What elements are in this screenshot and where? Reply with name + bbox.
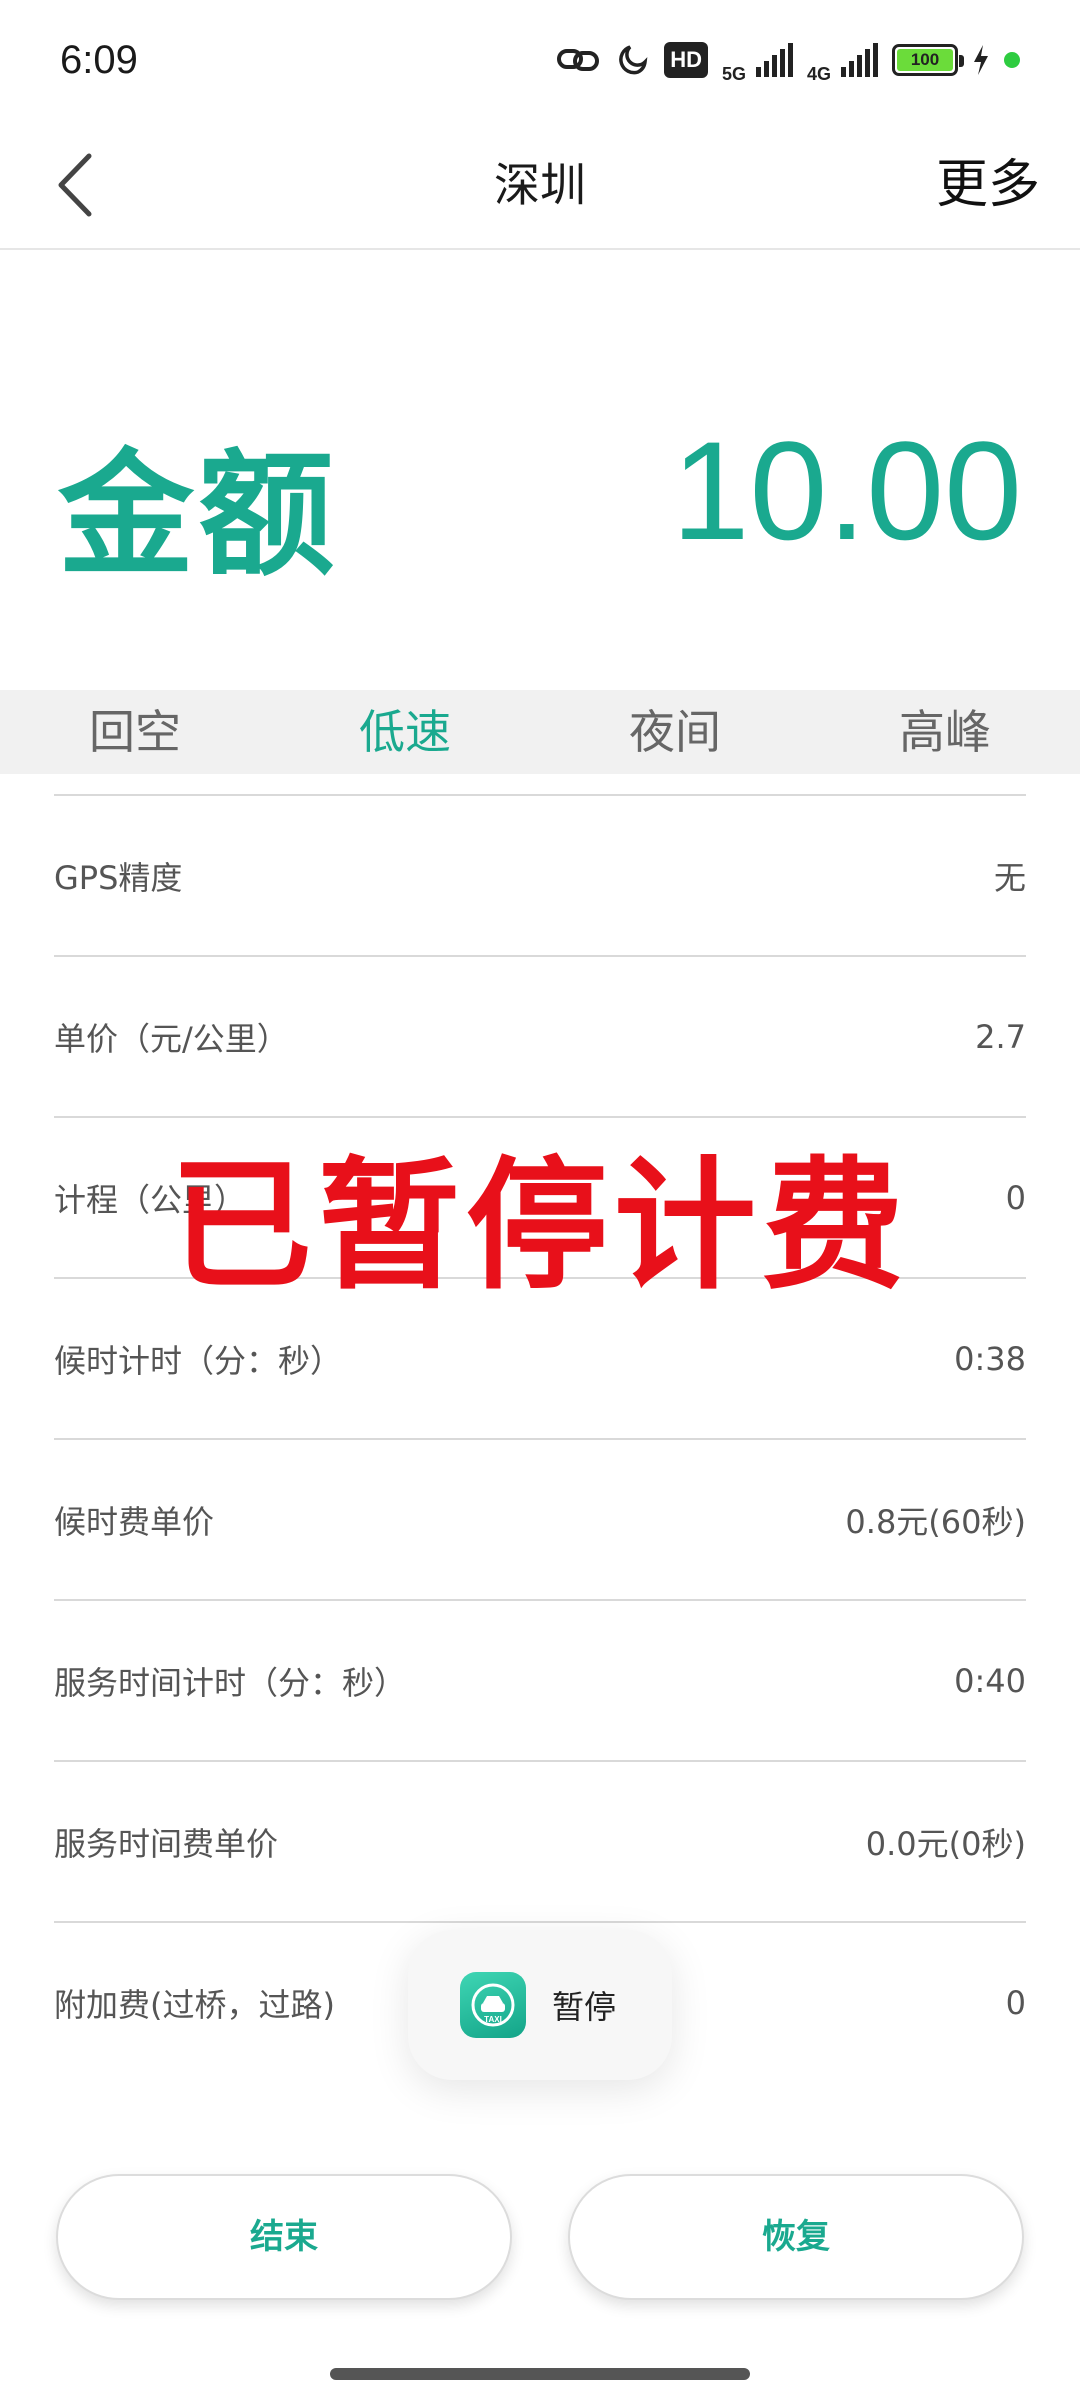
row-value: 0:40 bbox=[954, 1661, 1026, 1700]
battery-icon: 100 bbox=[892, 44, 964, 76]
signal-5g-icon bbox=[755, 43, 793, 77]
row-label: 候时费单价 bbox=[54, 1502, 215, 1541]
end-trip-button[interactable]: 结束 bbox=[56, 2174, 512, 2300]
row-value: 0 bbox=[1005, 1983, 1026, 2022]
row-waiting-fee-rate: 候时费单价 0.8元(60秒) bbox=[54, 1438, 1026, 1599]
status-bar: 6:09 HD 5G 4G 100 bbox=[0, 0, 1080, 120]
tab-peak[interactable]: 高峰 bbox=[810, 690, 1080, 774]
row-label: 候时计时（分：秒） bbox=[54, 1341, 343, 1380]
link-icon bbox=[556, 40, 600, 80]
network-label-4g: 4G bbox=[806, 63, 831, 84]
tab-return-empty[interactable]: 回空 bbox=[0, 690, 270, 774]
row-value: 2.7 bbox=[975, 1017, 1026, 1056]
fare-amount: 10.00 bbox=[671, 412, 1022, 569]
battery-level: 100 bbox=[897, 49, 953, 71]
status-time: 6:09 bbox=[60, 37, 138, 82]
network-label-5g: 5G bbox=[721, 63, 746, 84]
taxi-app-icon: TAXI bbox=[460, 1972, 526, 2038]
fare-display: 金额 10.00 bbox=[0, 250, 1080, 690]
home-indicator[interactable] bbox=[330, 2368, 750, 2380]
fare-label: 金额 bbox=[58, 437, 338, 595]
row-label: 服务时间计时（分：秒） bbox=[54, 1663, 407, 1702]
row-label: 单价（元/公里） bbox=[54, 1019, 289, 1058]
page-title: 深圳 bbox=[494, 158, 586, 212]
row-label: 附加费(过桥，过路) bbox=[54, 1985, 335, 2024]
tab-low-speed[interactable]: 低速 bbox=[270, 690, 540, 774]
charging-indicator-dot bbox=[1004, 52, 1020, 68]
charging-bolt-icon bbox=[972, 40, 990, 80]
hd-voice-badge: HD bbox=[664, 42, 708, 78]
moon-icon bbox=[614, 40, 650, 80]
fare-details-list: GPS精度 无 单价（元/公里） 2.7 计程（公里） 0 候时计时（分：秒） … bbox=[54, 794, 1026, 2082]
resume-button[interactable]: 恢复 bbox=[568, 2174, 1024, 2300]
row-value: 0.0元(0秒) bbox=[865, 1824, 1026, 1863]
rate-mode-tabs: 回空 低速 夜间 高峰 bbox=[0, 690, 1080, 774]
svg-text:TAXI: TAXI bbox=[484, 2015, 502, 2024]
toast-text: 暂停 bbox=[552, 1988, 617, 2026]
billing-paused-banner: 已暂停计费 bbox=[170, 1144, 910, 1309]
taxi-meter-screen: 6:09 HD 5G 4G 100 深圳 更多 金额 10.00 回空 低速 夜… bbox=[0, 0, 1080, 2400]
row-value: 0:38 bbox=[954, 1339, 1026, 1378]
status-icons: HD 5G 4G 100 bbox=[556, 36, 1020, 85]
row-label: GPS精度 bbox=[54, 858, 183, 897]
signal-4g-icon bbox=[841, 43, 878, 77]
row-gps-accuracy: GPS精度 无 bbox=[54, 794, 1026, 955]
row-value: 0.8元(60秒) bbox=[845, 1502, 1026, 1541]
row-value: 无 bbox=[993, 858, 1026, 897]
tab-night[interactable]: 夜间 bbox=[540, 690, 810, 774]
nav-bar: 深圳 更多 bbox=[0, 120, 1080, 250]
pause-toast: TAXI 暂停 bbox=[408, 1930, 672, 2080]
row-service-time: 服务时间计时（分：秒） 0:40 bbox=[54, 1599, 1026, 1760]
more-button[interactable]: 更多 bbox=[936, 120, 1040, 250]
row-unit-price: 单价（元/公里） 2.7 bbox=[54, 955, 1026, 1116]
row-label: 服务时间费单价 bbox=[54, 1824, 279, 1863]
row-service-fee-rate: 服务时间费单价 0.0元(0秒) bbox=[54, 1760, 1026, 1921]
